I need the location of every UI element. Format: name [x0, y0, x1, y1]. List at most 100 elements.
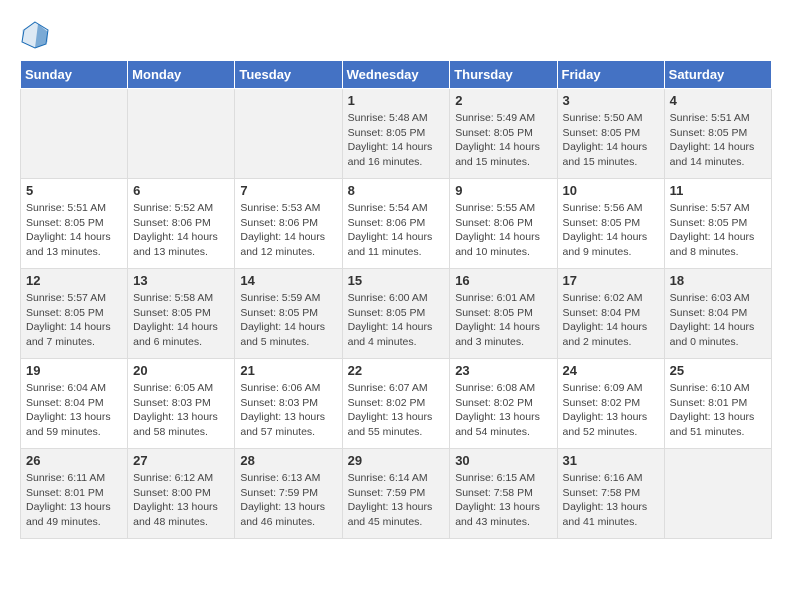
- day-info: Sunrise: 6:04 AMSunset: 8:04 PMDaylight:…: [26, 381, 122, 440]
- day-number: 25: [670, 363, 766, 378]
- day-info: Sunrise: 6:07 AMSunset: 8:02 PMDaylight:…: [348, 381, 445, 440]
- calendar-cell: 21 Sunrise: 6:06 AMSunset: 8:03 PMDayligh…: [235, 359, 342, 449]
- calendar-cell: [21, 89, 128, 179]
- day-number: 17: [563, 273, 659, 288]
- day-info: Sunrise: 5:49 AMSunset: 8:05 PMDaylight:…: [455, 111, 551, 170]
- day-number: 7: [240, 183, 336, 198]
- day-info: Sunrise: 6:14 AMSunset: 7:59 PMDaylight:…: [348, 471, 445, 530]
- day-number: 21: [240, 363, 336, 378]
- day-info: Sunrise: 5:51 AMSunset: 8:05 PMDaylight:…: [670, 111, 766, 170]
- day-number: 20: [133, 363, 229, 378]
- day-number: 29: [348, 453, 445, 468]
- calendar-cell: 10 Sunrise: 5:56 AMSunset: 8:05 PMDayligh…: [557, 179, 664, 269]
- day-info: Sunrise: 6:06 AMSunset: 8:03 PMDaylight:…: [240, 381, 336, 440]
- day-info: Sunrise: 5:50 AMSunset: 8:05 PMDaylight:…: [563, 111, 659, 170]
- calendar-cell: 25 Sunrise: 6:10 AMSunset: 8:01 PMDayligh…: [664, 359, 771, 449]
- calendar-cell: 9 Sunrise: 5:55 AMSunset: 8:06 PMDaylight…: [450, 179, 557, 269]
- calendar-cell: 30Sunrise: 6:15 AMSunset: 7:58 PMDayligh…: [450, 449, 557, 539]
- day-number: 4: [670, 93, 766, 108]
- day-info: Sunrise: 6:01 AMSunset: 8:05 PMDaylight:…: [455, 291, 551, 350]
- calendar-cell: 19 Sunrise: 6:04 AMSunset: 8:04 PMDayligh…: [21, 359, 128, 449]
- day-number: 22: [348, 363, 445, 378]
- calendar-cell: 17 Sunrise: 6:02 AMSunset: 8:04 PMDayligh…: [557, 269, 664, 359]
- calendar-cell: [664, 449, 771, 539]
- day-number: 6: [133, 183, 229, 198]
- calendar-day-header: Monday: [128, 61, 235, 89]
- calendar-week-row: 5 Sunrise: 5:51 AMSunset: 8:05 PMDaylight…: [21, 179, 772, 269]
- calendar-cell: 4 Sunrise: 5:51 AMSunset: 8:05 PMDaylight…: [664, 89, 771, 179]
- calendar-cell: [128, 89, 235, 179]
- day-info: Sunrise: 5:55 AMSunset: 8:06 PMDaylight:…: [455, 201, 551, 260]
- day-info: Sunrise: 6:02 AMSunset: 8:04 PMDaylight:…: [563, 291, 659, 350]
- day-info: Sunrise: 6:08 AMSunset: 8:02 PMDaylight:…: [455, 381, 551, 440]
- day-number: 19: [26, 363, 122, 378]
- day-info: Sunrise: 5:53 AMSunset: 8:06 PMDaylight:…: [240, 201, 336, 260]
- calendar-cell: 28 Sunrise: 6:13 AMSunset: 7:59 PMDayligh…: [235, 449, 342, 539]
- day-number: 18: [670, 273, 766, 288]
- day-number: 2: [455, 93, 551, 108]
- page-header: [20, 20, 772, 50]
- calendar-day-header: Saturday: [664, 61, 771, 89]
- calendar-cell: 14 Sunrise: 5:59 AMSunset: 8:05 PMDayligh…: [235, 269, 342, 359]
- calendar-day-header: Thursday: [450, 61, 557, 89]
- calendar-cell: 23Sunrise: 6:08 AMSunset: 8:02 PMDayligh…: [450, 359, 557, 449]
- calendar-day-header: Tuesday: [235, 61, 342, 89]
- calendar-cell: 24 Sunrise: 6:09 AMSunset: 8:02 PMDayligh…: [557, 359, 664, 449]
- day-info: Sunrise: 6:16 AMSunset: 7:58 PMDaylight:…: [563, 471, 659, 530]
- day-number: 11: [670, 183, 766, 198]
- day-info: Sunrise: 5:57 AMSunset: 8:05 PMDaylight:…: [26, 291, 122, 350]
- calendar-week-row: 1 Sunrise: 5:48 AMSunset: 8:05 PMDaylight…: [21, 89, 772, 179]
- day-number: 9: [455, 183, 551, 198]
- calendar-week-row: 26 Sunrise: 6:11 AMSunset: 8:01 PMDayligh…: [21, 449, 772, 539]
- calendar-cell: 18Sunrise: 6:03 AMSunset: 8:04 PMDayligh…: [664, 269, 771, 359]
- calendar-cell: 29 Sunrise: 6:14 AMSunset: 7:59 PMDayligh…: [342, 449, 450, 539]
- day-number: 13: [133, 273, 229, 288]
- calendar-cell: 2 Sunrise: 5:49 AMSunset: 8:05 PMDaylight…: [450, 89, 557, 179]
- day-info: Sunrise: 5:59 AMSunset: 8:05 PMDaylight:…: [240, 291, 336, 350]
- calendar-day-header: Sunday: [21, 61, 128, 89]
- day-number: 12: [26, 273, 122, 288]
- calendar-cell: 22 Sunrise: 6:07 AMSunset: 8:02 PMDayligh…: [342, 359, 450, 449]
- day-number: 10: [563, 183, 659, 198]
- calendar-week-row: 12 Sunrise: 5:57 AMSunset: 8:05 PMDayligh…: [21, 269, 772, 359]
- day-info: Sunrise: 6:11 AMSunset: 8:01 PMDaylight:…: [26, 471, 122, 530]
- day-number: 24: [563, 363, 659, 378]
- calendar-day-header: Wednesday: [342, 61, 450, 89]
- day-number: 14: [240, 273, 336, 288]
- day-info: Sunrise: 5:51 AMSunset: 8:05 PMDaylight:…: [26, 201, 122, 260]
- day-info: Sunrise: 6:05 AMSunset: 8:03 PMDaylight:…: [133, 381, 229, 440]
- calendar-cell: 27 Sunrise: 6:12 AMSunset: 8:00 PMDayligh…: [128, 449, 235, 539]
- calendar-week-row: 19 Sunrise: 6:04 AMSunset: 8:04 PMDayligh…: [21, 359, 772, 449]
- day-info: Sunrise: 6:13 AMSunset: 7:59 PMDaylight:…: [240, 471, 336, 530]
- day-info: Sunrise: 5:48 AMSunset: 8:05 PMDaylight:…: [348, 111, 445, 170]
- calendar-cell: 31 Sunrise: 6:16 AMSunset: 7:58 PMDayligh…: [557, 449, 664, 539]
- day-info: Sunrise: 6:15 AMSunset: 7:58 PMDaylight:…: [455, 471, 551, 530]
- day-info: Sunrise: 6:09 AMSunset: 8:02 PMDaylight:…: [563, 381, 659, 440]
- calendar-header-row: SundayMondayTuesdayWednesdayThursdayFrid…: [21, 61, 772, 89]
- day-info: Sunrise: 6:12 AMSunset: 8:00 PMDaylight:…: [133, 471, 229, 530]
- calendar-cell: 3Sunrise: 5:50 AMSunset: 8:05 PMDaylight…: [557, 89, 664, 179]
- calendar-cell: 13Sunrise: 5:58 AMSunset: 8:05 PMDayligh…: [128, 269, 235, 359]
- day-info: Sunrise: 5:57 AMSunset: 8:05 PMDaylight:…: [670, 201, 766, 260]
- day-info: Sunrise: 6:10 AMSunset: 8:01 PMDaylight:…: [670, 381, 766, 440]
- day-info: Sunrise: 6:00 AMSunset: 8:05 PMDaylight:…: [348, 291, 445, 350]
- day-number: 27: [133, 453, 229, 468]
- logo: [20, 20, 54, 50]
- day-number: 28: [240, 453, 336, 468]
- calendar-day-header: Friday: [557, 61, 664, 89]
- day-number: 31: [563, 453, 659, 468]
- calendar-cell: 1 Sunrise: 5:48 AMSunset: 8:05 PMDaylight…: [342, 89, 450, 179]
- calendar-cell: 6Sunrise: 5:52 AMSunset: 8:06 PMDaylight…: [128, 179, 235, 269]
- calendar-cell: 15 Sunrise: 6:00 AMSunset: 8:05 PMDayligh…: [342, 269, 450, 359]
- calendar-cell: 8Sunrise: 5:54 AMSunset: 8:06 PMDaylight…: [342, 179, 450, 269]
- day-number: 5: [26, 183, 122, 198]
- day-number: 15: [348, 273, 445, 288]
- calendar-cell: 20 Sunrise: 6:05 AMSunset: 8:03 PMDayligh…: [128, 359, 235, 449]
- logo-icon: [20, 20, 50, 50]
- day-number: 16: [455, 273, 551, 288]
- calendar-cell: 16 Sunrise: 6:01 AMSunset: 8:05 PMDayligh…: [450, 269, 557, 359]
- day-number: 1: [348, 93, 445, 108]
- calendar-cell: 12 Sunrise: 5:57 AMSunset: 8:05 PMDayligh…: [21, 269, 128, 359]
- day-number: 26: [26, 453, 122, 468]
- day-info: Sunrise: 5:56 AMSunset: 8:05 PMDaylight:…: [563, 201, 659, 260]
